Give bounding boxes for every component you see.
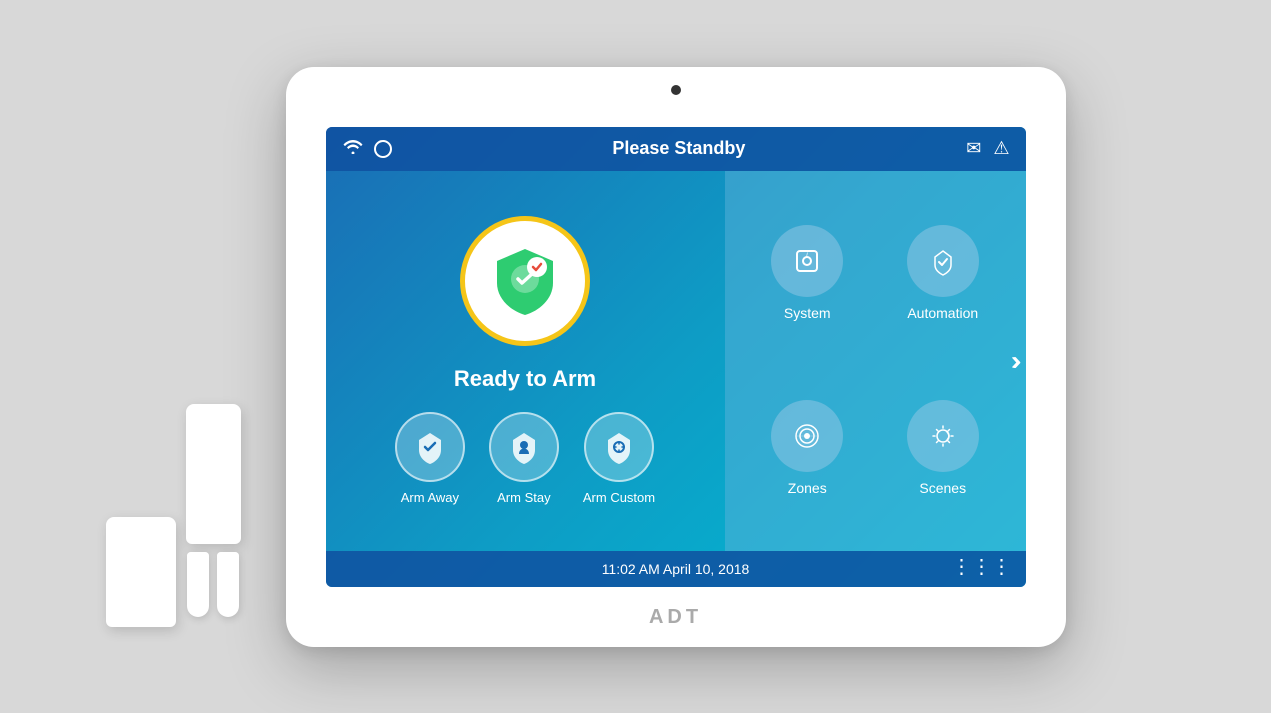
motion-sensor bbox=[106, 517, 176, 627]
scene: Please Standby ✉ ⚠ bbox=[86, 27, 1186, 687]
alert-icon[interactable]: ⚠ bbox=[993, 138, 1009, 159]
zones-label: Zones bbox=[788, 480, 827, 496]
contact-sensor-2 bbox=[217, 552, 239, 617]
contact-sensor-1 bbox=[187, 552, 209, 617]
arm-stay-circle bbox=[489, 412, 559, 482]
arm-stay-label: Arm Stay bbox=[497, 490, 550, 505]
zones-icon-circle bbox=[771, 400, 843, 472]
arm-custom-circle bbox=[584, 412, 654, 482]
ready-label: Ready to Arm bbox=[454, 366, 596, 392]
shield-icon bbox=[485, 241, 565, 321]
arm-custom-button[interactable]: Arm Custom bbox=[583, 412, 655, 505]
automation-menu-item[interactable]: Automation bbox=[876, 225, 1010, 321]
zones-menu-item[interactable]: Zones bbox=[741, 400, 875, 496]
screen-content: Ready to Arm Arm Away bbox=[326, 171, 1026, 551]
system-label: System bbox=[784, 305, 831, 321]
status-title: Please Standby bbox=[392, 138, 967, 159]
arm-away-circle bbox=[395, 412, 465, 482]
arm-buttons: Arm Away Arm Stay bbox=[395, 412, 655, 505]
next-arrow[interactable]: › bbox=[1011, 345, 1020, 376]
devices bbox=[106, 404, 241, 627]
arm-stay-button[interactable]: Arm Stay bbox=[489, 412, 559, 505]
status-bar: Please Standby ✉ ⚠ bbox=[326, 127, 1026, 171]
contact-sensors bbox=[187, 552, 239, 617]
automation-icon-circle bbox=[907, 225, 979, 297]
system-icon-circle: i bbox=[771, 225, 843, 297]
grid-icon[interactable]: ⋮⋮⋮ bbox=[952, 554, 1012, 579]
left-panel: Ready to Arm Arm Away bbox=[326, 171, 725, 551]
scenes-label: Scenes bbox=[919, 480, 966, 496]
status-icons-left bbox=[342, 138, 392, 159]
camera bbox=[671, 85, 681, 95]
system-menu-item[interactable]: i System bbox=[741, 225, 875, 321]
right-panel: i System Automation bbox=[725, 171, 1026, 551]
wifi-icon bbox=[342, 138, 364, 159]
mail-icon[interactable]: ✉ bbox=[966, 138, 981, 159]
bottom-bar: 11:02 AM April 10, 2018 ⋮⋮⋮ bbox=[326, 551, 1026, 587]
tablet-panel: Please Standby ✉ ⚠ bbox=[286, 67, 1066, 647]
tablet-screen: Please Standby ✉ ⚠ bbox=[326, 127, 1026, 587]
status-icons-right: ✉ ⚠ bbox=[966, 138, 1009, 159]
adt-logo: ADT bbox=[649, 606, 702, 629]
hub bbox=[186, 404, 241, 544]
circle-status-icon bbox=[374, 140, 392, 158]
arm-custom-label: Arm Custom bbox=[583, 490, 655, 505]
scenes-icon-circle bbox=[907, 400, 979, 472]
arm-away-label: Arm Away bbox=[401, 490, 459, 505]
arm-away-button[interactable]: Arm Away bbox=[395, 412, 465, 505]
ready-badge[interactable] bbox=[460, 216, 590, 346]
scenes-menu-item[interactable]: Scenes bbox=[876, 400, 1010, 496]
automation-label: Automation bbox=[907, 305, 978, 321]
datetime: 11:02 AM April 10, 2018 bbox=[602, 561, 750, 577]
